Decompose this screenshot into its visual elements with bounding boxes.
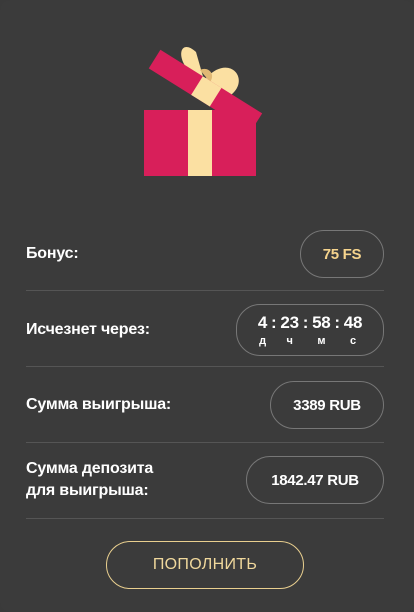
timer-separator: :	[302, 313, 309, 332]
bonus-value-pill: 75 FS	[300, 230, 384, 278]
expires-row: Исчезнет через: 4 д : 23 ч : 58 м : 48 с	[26, 304, 384, 356]
deposit-amount-pill: 1842.47 RUB	[246, 456, 384, 504]
deposit-button[interactable]: ПОПОЛНИТЬ	[106, 541, 304, 589]
divider	[26, 290, 384, 291]
divider	[26, 442, 384, 443]
deposit-amount-label: Сумма депозита для выигрыша:	[26, 460, 154, 499]
timer-seconds: 48 с	[343, 313, 363, 347]
deposit-amount-value: 1842.47 RUB	[271, 471, 359, 489]
win-amount-label: Сумма выигрыша:	[26, 396, 172, 413]
win-amount-value: 3389 RUB	[293, 396, 361, 414]
gift-box-icon	[144, 47, 263, 176]
countdown-timer: 4 д : 23 ч : 58 м : 48 с	[236, 304, 384, 356]
timer-separator: :	[271, 313, 277, 332]
timer-minutes: 58 м	[312, 313, 331, 347]
win-amount-pill: 3389 RUB	[270, 381, 384, 429]
bonus-label: Бонус:	[26, 245, 79, 262]
divider	[26, 366, 384, 367]
timer-separator: :	[334, 313, 340, 332]
bonus-card: Бонус: 75 FS Исчезнет через: 4 д : 23 ч …	[0, 0, 414, 612]
divider	[26, 518, 384, 519]
bonus-row: Бонус: 75 FS	[26, 230, 384, 278]
timer-hours: 23 ч	[280, 313, 299, 347]
win-amount-row: Сумма выигрыша: 3389 RUB	[26, 381, 384, 429]
timer-days: 4 д	[257, 313, 268, 347]
deposit-amount-row: Сумма депозита для выигрыша: 1842.47 RUB	[26, 456, 384, 504]
expires-label: Исчезнет через:	[26, 321, 150, 338]
bonus-value: 75 FS	[322, 245, 362, 263]
